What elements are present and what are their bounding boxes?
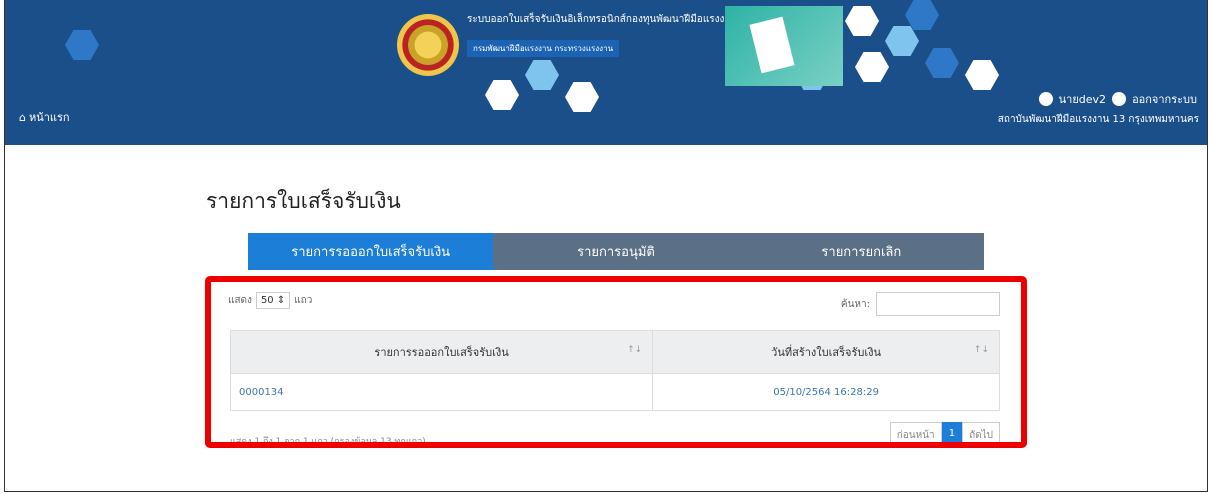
organization-name: สถาบันพัฒนาฝีมือแรงงาน 13 กรุงเทพมหานคร [997,114,1199,125]
home-icon: ⌂ [19,110,26,124]
user-menu: นายdev2 ออกจากระบบ [1038,90,1197,108]
government-seal-logo [397,14,459,76]
tab-pending[interactable]: รายการรอออกใบเสร็จรับเงิน [248,233,494,270]
page-title: รายการใบเสร็จรับเงิน [206,189,401,213]
home-link[interactable]: ⌂ หน้าแรก [19,108,70,126]
hex-decoration [525,60,559,90]
highlight-box [205,276,1027,448]
tab-approved[interactable]: รายการอนุมัติ [493,233,739,270]
banner-title: ระบบออกใบเสร็จรับเงินอิเล็กทรอนิกส์กองทุ… [467,14,737,25]
tab-cancelled[interactable]: รายการยกเลิก [738,233,984,270]
hex-decoration [485,80,519,110]
hex-decoration [905,0,939,30]
username[interactable]: นายdev2 [1059,90,1106,108]
logout-link[interactable]: ออกจากระบบ [1132,90,1197,108]
header-banner: ระบบออกใบเสร็จรับเงินอิเล็กทรอนิกส์กองทุ… [5,0,1207,145]
home-label: หน้าแรก [28,111,70,124]
hex-decoration [565,82,599,112]
hex-decoration [845,6,879,36]
hex-decoration [65,30,99,60]
hex-decoration [965,60,999,90]
logout-icon[interactable] [1112,92,1127,106]
receipt-illustration [725,6,843,86]
tab-bar: รายการรอออกใบเสร็จรับเงิน รายการอนุมัติ … [248,233,984,270]
hex-decoration [885,26,919,56]
user-icon [1038,92,1053,106]
hex-decoration [855,52,889,82]
banner-subtitle: กรมพัฒนาฝีมือแรงงาน กระทรวงแรงงาน [467,40,620,57]
hex-decoration [925,48,959,78]
